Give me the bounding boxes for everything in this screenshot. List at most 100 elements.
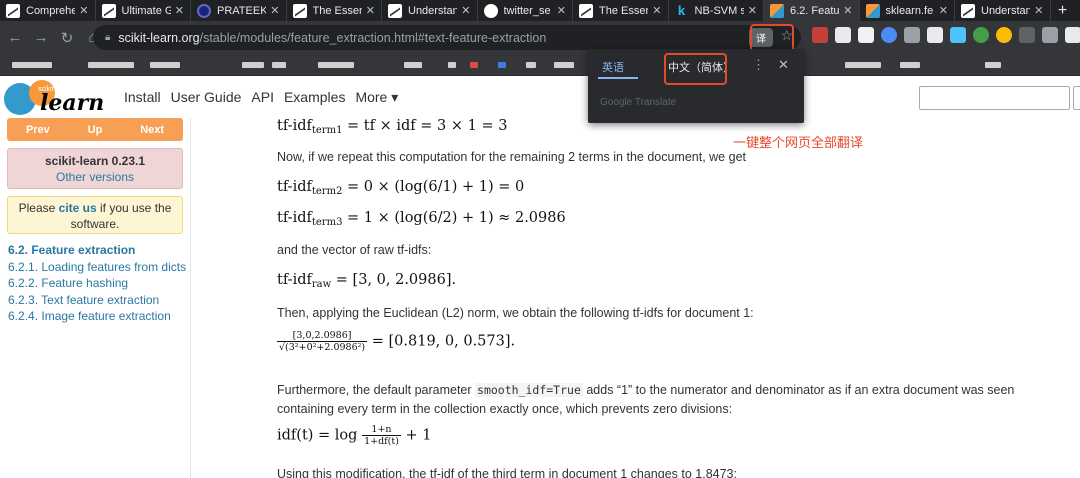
chart-favicon-icon (579, 3, 593, 18)
tab-close-icon[interactable]: ✕ (652, 4, 661, 17)
extension-icon[interactable] (835, 27, 851, 43)
browser-tab-bar: Comprehe ✕ Ultimate G ✕ PRATEEK ✕ The Essen ✕ Un… (0, 0, 1080, 21)
tab-close-icon[interactable]: ✕ (175, 4, 184, 17)
paragraph: and the vector of raw tf-idfs: (277, 243, 432, 257)
other-versions-link[interactable]: Other versions (8, 169, 182, 185)
more-options-icon[interactable]: ⋮ (752, 57, 765, 73)
tab-title: The Essen (312, 4, 362, 17)
table-of-contents: 6.2. Feature extraction 6.2.1. Loading f… (8, 242, 186, 325)
chart-favicon-icon (292, 3, 307, 18)
tab-title: Ultimate G (121, 4, 171, 17)
paragraph: Then, applying the Euclidean (L2) norm, … (277, 306, 754, 320)
toc-item[interactable]: 6.2.2. Feature hashing (8, 275, 186, 292)
code-smooth-idf: smooth_idf=True (475, 383, 583, 397)
close-icon[interactable]: ✕ (778, 57, 789, 73)
paragraph: Now, if we repeat this computation for t… (277, 150, 746, 164)
cite-box: Please cite us if you use the software. (7, 196, 183, 234)
tab-close-icon[interactable]: ✕ (939, 4, 948, 17)
tab-close-icon[interactable]: ✕ (557, 4, 566, 17)
extension-icon[interactable] (812, 27, 828, 43)
next-link[interactable]: Next (140, 124, 164, 136)
site-nav-links: Install User Guide API Examples More ▾ (124, 89, 408, 106)
prev-up-next-bar: Prev Up Next (7, 118, 183, 141)
sidebar: Prev Up Next scikit-learn 0.23.1 Other v… (0, 118, 190, 478)
tab-close-icon[interactable]: ✕ (1034, 4, 1043, 17)
nav-more[interactable]: More ▾ (355, 89, 398, 106)
tab-title: The Essen (599, 4, 649, 17)
toc-item[interactable]: 6.2. Feature extraction (8, 242, 186, 259)
browser-tab[interactable]: Comprehe ✕ (0, 0, 96, 21)
github-favicon-icon (483, 3, 498, 18)
browser-tab[interactable]: Ultimate G ✕ (96, 0, 191, 21)
extension-icon[interactable] (973, 27, 989, 43)
nav-api[interactable]: API (251, 89, 274, 106)
extension-icon[interactable] (904, 27, 920, 43)
sklearn-favicon-icon (865, 3, 880, 18)
puzzle-icon[interactable] (1065, 27, 1080, 43)
browser-tab[interactable]: Understan ✕ (955, 0, 1051, 21)
browser-tab[interactable]: Understan ✕ (382, 0, 478, 21)
url-host: scikit-learn.org (118, 30, 200, 45)
site-navbar: scikit learn Install User Guide API Exam… (0, 76, 1080, 118)
webpage: scikit learn Install User Guide API Exam… (0, 76, 1080, 478)
browser-toolbar: ← → ↻ ⌂ 🔒︎ scikit-learn.org/stable/modul… (0, 21, 1080, 54)
tab-close-icon[interactable]: ✕ (843, 4, 852, 17)
extension-icon[interactable] (881, 27, 897, 43)
prev-link[interactable]: Prev (26, 124, 50, 136)
google-translate-label: Google Translate (600, 97, 677, 108)
extension-icon[interactable] (927, 27, 943, 43)
equation-term1: tf-idfterm1 = tf × idf = 3 × 1 = 3 (277, 118, 508, 136)
up-link[interactable]: Up (88, 124, 103, 136)
toc-item[interactable]: 6.2.3. Text feature extraction (8, 292, 186, 309)
nav-user-guide[interactable]: User Guide (171, 89, 242, 106)
browser-tab[interactable]: k NB-SVM s ✕ (669, 0, 764, 21)
chart-favicon-icon (961, 3, 975, 18)
browser-tab[interactable]: twitter_se ✕ (478, 0, 573, 21)
cite-pre: Please (18, 201, 59, 215)
tab-close-icon[interactable]: ✕ (270, 4, 279, 17)
tab-close-icon[interactable]: ✕ (461, 4, 470, 17)
equation-normalized: [3,0,2.0986] √(3²+0²+2.0986²) = [0.819, 0… (277, 330, 516, 353)
notion-icon[interactable] (858, 27, 874, 43)
address-bar[interactable]: 🔒︎ scikit-learn.org/stable/modules/featu… (93, 25, 801, 50)
chart-favicon-icon (101, 3, 116, 18)
extension-icon[interactable] (1042, 27, 1058, 43)
back-icon[interactable]: ← (4, 27, 26, 49)
new-tab-icon[interactable]: + (1051, 0, 1075, 21)
cite-us-link[interactable]: cite us (59, 201, 97, 215)
profile-favicon-icon (197, 3, 211, 18)
extension-icon[interactable] (950, 27, 966, 43)
source-language-tab[interactable]: 英语 (602, 59, 624, 75)
bookmarks-bar (0, 54, 1080, 76)
nav-examples[interactable]: Examples (284, 89, 345, 106)
active-tab-indicator (598, 77, 638, 79)
reload-icon[interactable]: ↻ (56, 27, 78, 49)
search-button[interactable] (1073, 86, 1080, 110)
extension-icon[interactable] (996, 27, 1012, 43)
sklearn-favicon-icon (770, 3, 784, 18)
scikit-learn-logo[interactable]: scikit learn (2, 79, 108, 117)
tab-title: Understan (408, 4, 458, 17)
browser-tab[interactable]: 6.2. Featu ✕ (764, 0, 860, 21)
browser-tab[interactable]: The Essen ✕ (287, 0, 382, 21)
extension-icon[interactable] (1019, 27, 1035, 43)
toc-item[interactable]: 6.2.1. Loading features from dicts (8, 259, 186, 276)
forward-icon[interactable]: → (30, 27, 52, 49)
equation-raw: tf-idfraw = [3, 0, 2.0986]. (277, 272, 457, 290)
target-language-highlight (664, 53, 727, 85)
browser-tab[interactable]: PRATEEK ✕ (191, 0, 287, 21)
browser-tab[interactable]: The Essen ✕ (573, 0, 669, 21)
toc-item[interactable]: 6.2.4. Image feature extraction (8, 308, 186, 325)
tab-close-icon[interactable]: ✕ (366, 4, 375, 17)
tab-close-icon[interactable]: ✕ (748, 4, 757, 17)
extension-icons (812, 27, 1080, 43)
search-input[interactable] (919, 86, 1070, 110)
tab-close-icon[interactable]: ✕ (79, 4, 88, 17)
tab-title: PRATEEK (217, 4, 267, 17)
nav-install[interactable]: Install (124, 89, 161, 106)
chart-favicon-icon (6, 3, 20, 18)
url-path: /stable/modules/feature_extraction.html#… (199, 30, 547, 45)
tab-title: Comprehe (26, 4, 76, 17)
browser-tab[interactable]: sklearn.fe ✕ (860, 0, 955, 21)
annotation-text: 一键整个网页全部翻译 (733, 135, 864, 150)
